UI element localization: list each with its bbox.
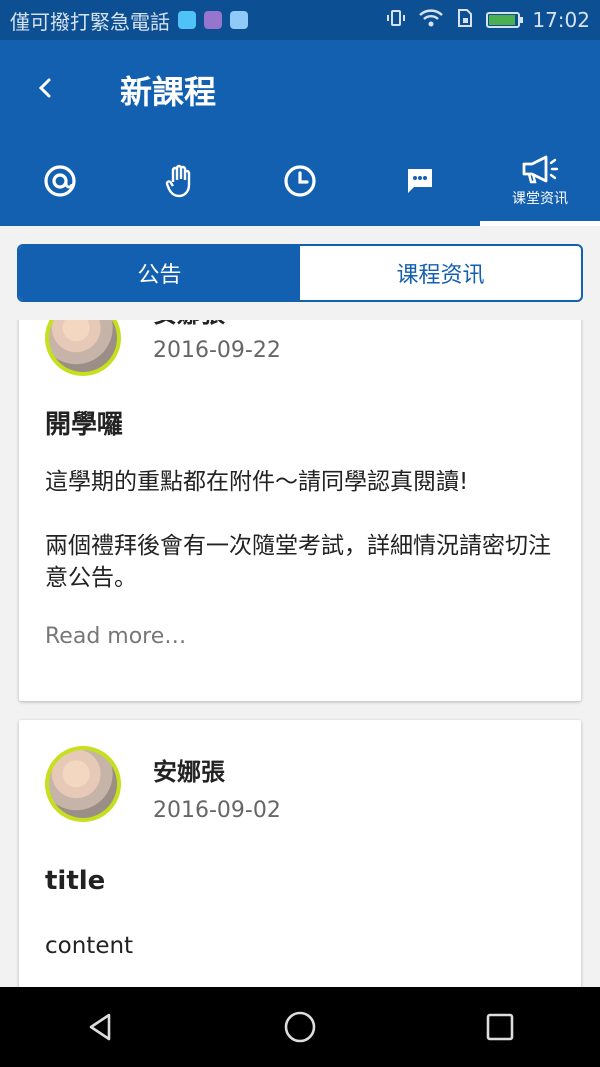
segment-course-info[interactable]: 课程资讯 (300, 246, 581, 300)
status-bar: 僅可撥打緊急電話 17:02 (0, 0, 600, 40)
tab-label: 课堂资讯 (512, 190, 568, 207)
icon-tab-bar: 课堂资讯 (0, 135, 600, 226)
chat-icon (408, 168, 432, 193)
segment-announcements[interactable]: 公告 (19, 246, 300, 300)
tab-mention[interactable] (0, 135, 120, 226)
carrier-text: 僅可撥打緊急電話 (10, 9, 170, 34)
author-name: 安娜張 (153, 758, 225, 786)
post-title: 開學囉 (45, 410, 124, 440)
nav-home-button[interactable] (270, 997, 330, 1057)
post-title: title (45, 866, 106, 896)
chevron-left-icon (38, 78, 51, 98)
post-date: 2016-09-22 (153, 338, 281, 363)
megaphone-icon (522, 155, 559, 183)
hand-icon (165, 164, 191, 197)
nav-recents-button[interactable] (470, 997, 530, 1057)
nav-back-button[interactable] (70, 997, 130, 1057)
announcement-card[interactable]: 安娜張 2016-09-02 title content (19, 720, 581, 987)
post-body: 這學期的重點都在附件～請同學認真閱讀! (45, 469, 469, 495)
tab-raise-hand[interactable] (120, 135, 240, 226)
clock-icon (284, 164, 316, 197)
tab-class-info[interactable]: 课堂资讯 (480, 135, 600, 226)
tab-schedule[interactable] (240, 135, 360, 226)
announcement-feed[interactable]: 安娜張 2016-09-22 開學囉 這學期的重點都在附件～請同學認真閱讀! 兩… (0, 320, 600, 987)
post-body: 兩個禮拜後會有一次隨堂考試，詳細情況請密切注意公告。 (45, 533, 551, 591)
read-more-link[interactable]: Read more… (45, 624, 186, 649)
square-recents-icon (486, 1013, 514, 1041)
at-icon (44, 164, 76, 197)
system-nav-bar (0, 987, 600, 1067)
circle-home-icon (284, 1011, 316, 1043)
gallery-app-icon (204, 11, 222, 29)
triangle-back-icon (89, 1013, 111, 1041)
page-title: 新課程 (120, 73, 217, 111)
author-name: 安娜張 (153, 320, 225, 329)
status-time: 17:02 (532, 8, 590, 32)
battery-icon (486, 12, 524, 28)
announcement-card[interactable]: 安娜張 2016-09-22 開學囉 這學期的重點都在附件～請同學認真閱讀! 兩… (19, 320, 581, 701)
wifi-icon (418, 8, 444, 33)
android-app-icon (178, 11, 196, 29)
segment-control: 公告 课程资讯 (17, 244, 583, 302)
play-store-icon (230, 11, 248, 29)
sim-icon (456, 8, 474, 33)
tab-chat[interactable] (360, 135, 480, 226)
back-button[interactable] (28, 70, 64, 106)
avatar (45, 746, 121, 822)
post-body: content (45, 933, 134, 959)
avatar (45, 320, 121, 376)
post-date: 2016-09-02 (153, 798, 281, 823)
vibrate-icon (386, 8, 406, 33)
app-bar: 新課程 (0, 40, 600, 135)
